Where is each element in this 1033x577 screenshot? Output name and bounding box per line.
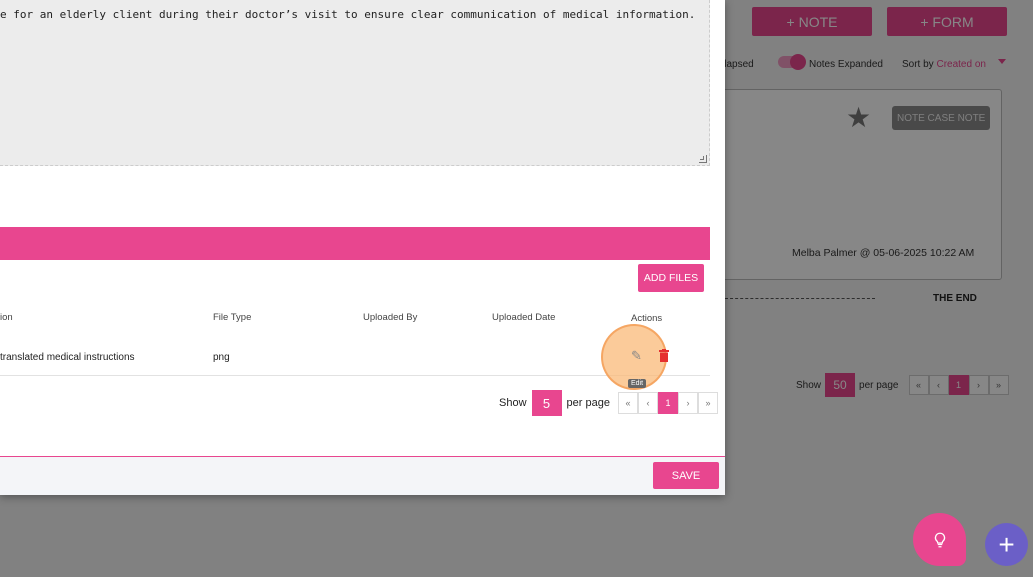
first-page-button[interactable]: «	[617, 392, 638, 414]
column-header-uploaded-by[interactable]: Uploaded By	[363, 312, 417, 323]
show-label: Show	[499, 397, 527, 409]
column-header-uploaded-date[interactable]: Uploaded Date	[492, 312, 555, 323]
last-page-button[interactable]: »	[697, 392, 718, 414]
prev-page-button[interactable]: ‹	[637, 392, 658, 414]
per-page-label: per page	[566, 397, 610, 409]
plus-fab[interactable]: +	[985, 523, 1028, 566]
description-textarea[interactable]: e for an elderly client during their doc…	[0, 0, 710, 166]
description-text: e for an elderly client during their doc…	[0, 8, 696, 21]
file-description-cell: translated medical instructions	[0, 352, 135, 363]
column-header-actions: Actions	[631, 313, 663, 324]
edit-tooltip: Edit	[628, 379, 647, 388]
page-button[interactable]: 1	[657, 392, 678, 414]
table-row-divider	[0, 375, 710, 376]
files-pagination: Show 5 per page « ‹ 1 › »	[499, 390, 718, 416]
column-header-description[interactable]: ion	[0, 312, 13, 323]
save-button[interactable]: SAVE	[653, 462, 719, 489]
add-files-button[interactable]: ADD FILES	[638, 264, 704, 292]
plus-icon: +	[998, 528, 1015, 560]
next-page-button[interactable]: ›	[677, 392, 698, 414]
files-section-header	[0, 227, 710, 260]
file-type-cell: png	[213, 352, 230, 363]
lightbulb-fab[interactable]	[913, 513, 966, 566]
modal-footer	[0, 456, 725, 495]
trash-icon[interactable]	[659, 349, 669, 362]
lightbulb-icon	[934, 532, 945, 547]
per-page-select[interactable]: 5	[531, 390, 562, 416]
edit-modal: e for an elderly client during their doc…	[0, 0, 725, 495]
resize-handle-icon[interactable]	[699, 155, 707, 163]
pencil-icon[interactable]: ✎	[631, 349, 645, 363]
column-header-file-type[interactable]: File Type	[213, 312, 251, 323]
